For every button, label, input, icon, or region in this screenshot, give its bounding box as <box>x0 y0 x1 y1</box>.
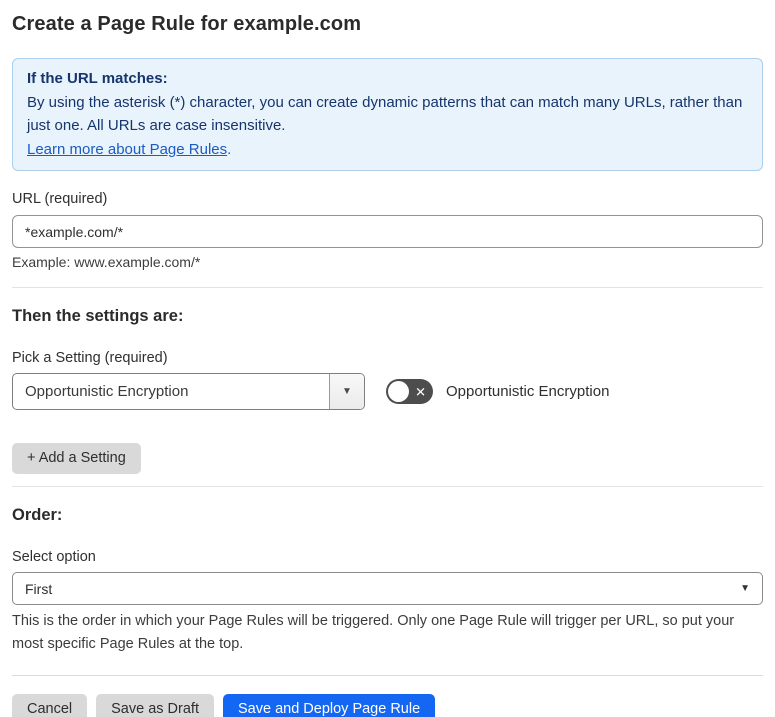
setting-row: Opportunistic Encryption ▼ ✕ Opportunist… <box>12 373 763 410</box>
setting-dropdown-value: Opportunistic Encryption <box>25 383 189 400</box>
add-setting-button[interactable]: + Add a Setting <box>12 443 141 474</box>
cancel-button[interactable]: Cancel <box>12 694 88 717</box>
section-divider <box>12 287 763 288</box>
info-box-heading: If the URL matches: <box>27 70 168 87</box>
settings-heading: Then the settings are: <box>12 307 184 325</box>
toggle-x-icon: ✕ <box>415 384 426 399</box>
url-input[interactable] <box>12 215 763 248</box>
order-select[interactable]: First ▼ <box>12 572 763 605</box>
save-draft-button[interactable]: Save as Draft <box>96 694 214 717</box>
toggle-setting-label: Opportunistic Encryption <box>446 383 610 400</box>
info-box: If the URL matches: By using the asteris… <box>12 58 763 171</box>
setting-dropdown[interactable]: Opportunistic Encryption ▼ <box>12 373 365 410</box>
order-description: This is the order in which your Page Rul… <box>12 613 735 652</box>
dropdown-arrow-button[interactable]: ▼ <box>329 374 364 409</box>
select-caret-down-icon: ▼ <box>740 582 750 594</box>
page-rule-form: Create a Page Rule for example.com If th… <box>0 0 775 717</box>
url-label: URL (required) <box>12 191 108 207</box>
order-select-label: Select option <box>12 549 96 565</box>
toggle-knob <box>388 381 409 402</box>
order-select-value: First <box>25 580 53 597</box>
info-box-body: By using the asterisk (*) character, you… <box>27 93 743 135</box>
section-divider <box>12 486 763 487</box>
page-title: Create a Page Rule for example.com <box>12 13 362 35</box>
learn-more-link[interactable]: Learn more about Page Rules <box>27 141 227 158</box>
url-example: Example: www.example.com/* <box>12 254 201 270</box>
link-suffix: . <box>227 140 232 158</box>
setting-picker-label: Pick a Setting (required) <box>12 350 168 366</box>
footer-divider <box>12 675 763 676</box>
caret-down-icon: ▼ <box>342 385 352 397</box>
order-heading: Order: <box>12 506 63 524</box>
setting-toggle-switch[interactable]: ✕ <box>386 379 433 404</box>
form-actions: Cancel Save as Draft Save and Deploy Pag… <box>12 694 763 717</box>
info-box-link-row: Learn more about Page Rules. <box>27 138 748 162</box>
deploy-button[interactable]: Save and Deploy Page Rule <box>222 694 436 717</box>
